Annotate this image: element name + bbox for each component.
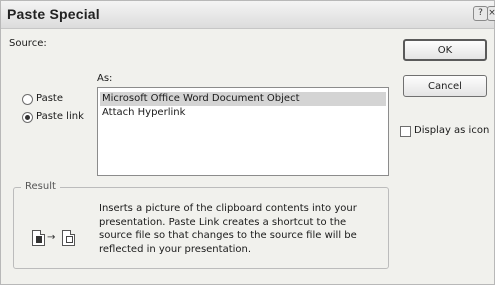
document-icon bbox=[62, 230, 75, 246]
as-label: As: bbox=[97, 73, 113, 84]
display-as-icon-checkbox[interactable] bbox=[400, 126, 411, 137]
paste-link-radio[interactable] bbox=[22, 112, 33, 123]
result-label: Result bbox=[21, 181, 60, 192]
ok-button[interactable]: OK bbox=[403, 39, 487, 61]
help-icon[interactable]: ? bbox=[473, 6, 488, 21]
document-icon bbox=[32, 230, 45, 246]
as-listbox[interactable]: Microsoft Office Word Document Object At… bbox=[97, 87, 389, 176]
list-item-word-document-object[interactable]: Microsoft Office Word Document Object bbox=[100, 92, 386, 106]
paste-link-radio-label[interactable]: Paste link bbox=[36, 111, 84, 122]
cancel-button[interactable]: Cancel bbox=[403, 75, 487, 97]
display-as-icon-label[interactable]: Display as icon bbox=[414, 125, 489, 136]
close-icon[interactable]: × bbox=[487, 6, 495, 21]
source-label: Source: bbox=[9, 38, 47, 49]
list-item-attach-hyperlink[interactable]: Attach Hyperlink bbox=[100, 106, 386, 120]
title-bar: Paste Special ? × bbox=[1, 1, 495, 29]
paste-radio[interactable] bbox=[22, 94, 33, 105]
arrow-right-icon: → bbox=[47, 232, 56, 243]
dialog-title: Paste Special bbox=[7, 6, 100, 22]
paste-radio-label[interactable]: Paste bbox=[36, 93, 63, 104]
paste-special-dialog: Paste Special ? × Source: As: Paste Past… bbox=[0, 0, 495, 285]
result-description: Inserts a picture of the clipboard conte… bbox=[99, 203, 357, 255]
